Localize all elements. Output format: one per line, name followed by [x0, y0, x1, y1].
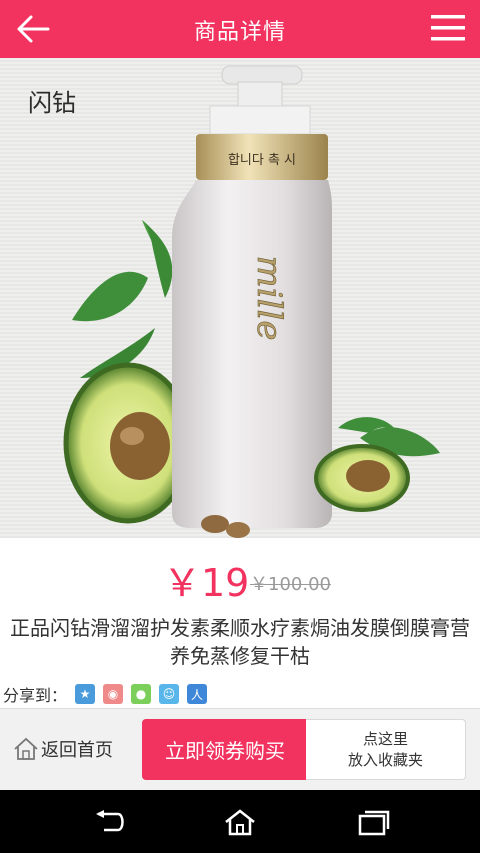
- page-title: 商品详情: [193, 20, 286, 45]
- nav-home-icon[interactable]: [220, 808, 260, 836]
- favorite-line2: 放入收藏夹: [347, 751, 423, 769]
- product-title: 正品闪钻滑溜溜护发素柔顺水疗素焗油发膜倒膜膏营养免蒸修复干枯: [10, 616, 470, 668]
- original-price: ￥100.00: [250, 574, 331, 595]
- share-label: 分享到：: [3, 686, 68, 705]
- hamburger-menu-icon: [431, 15, 465, 41]
- favorite-button[interactable]: 点这里 放入收藏夹: [306, 719, 466, 780]
- product-image: 闪钻 합니다 촉 시 mille: [0, 58, 480, 538]
- top-bar: 商品详情: [0, 0, 480, 58]
- nav-back-icon[interactable]: [90, 808, 130, 836]
- renren-icon[interactable]: 人: [187, 684, 208, 704]
- bottle-script-text: mille: [249, 256, 289, 341]
- home-label: 返回首页: [41, 740, 113, 761]
- system-nav-bar: [0, 790, 480, 853]
- menu-button[interactable]: [430, 12, 466, 44]
- current-price: ￥19: [163, 561, 250, 605]
- home-button[interactable]: 返回首页: [13, 736, 113, 762]
- product-illustration: 합니다 촉 시 mille: [63, 65, 440, 538]
- weibo-icon[interactable]: ◉: [103, 684, 124, 704]
- qzone-icon[interactable]: ★: [75, 684, 96, 704]
- qq-icon[interactable]: ☺: [159, 684, 180, 704]
- bottom-action-bar: 返回首页 立即领券购买 点这里 放入收藏夹: [0, 708, 480, 790]
- favorite-line1: 点这里: [362, 730, 408, 748]
- share-bar: 分享到： ★ ◉ ● ☺ 人: [3, 682, 215, 706]
- nav-recents-icon[interactable]: [354, 808, 394, 836]
- buy-label: 立即领券购买: [165, 739, 285, 763]
- cap-text: 합니다 촉 시: [228, 153, 296, 168]
- wechat-icon[interactable]: ●: [131, 684, 152, 704]
- home-icon: [14, 737, 38, 760]
- price-row: ￥19 ￥100.00: [0, 548, 480, 605]
- buy-coupon-button[interactable]: 立即领券购买: [142, 719, 318, 780]
